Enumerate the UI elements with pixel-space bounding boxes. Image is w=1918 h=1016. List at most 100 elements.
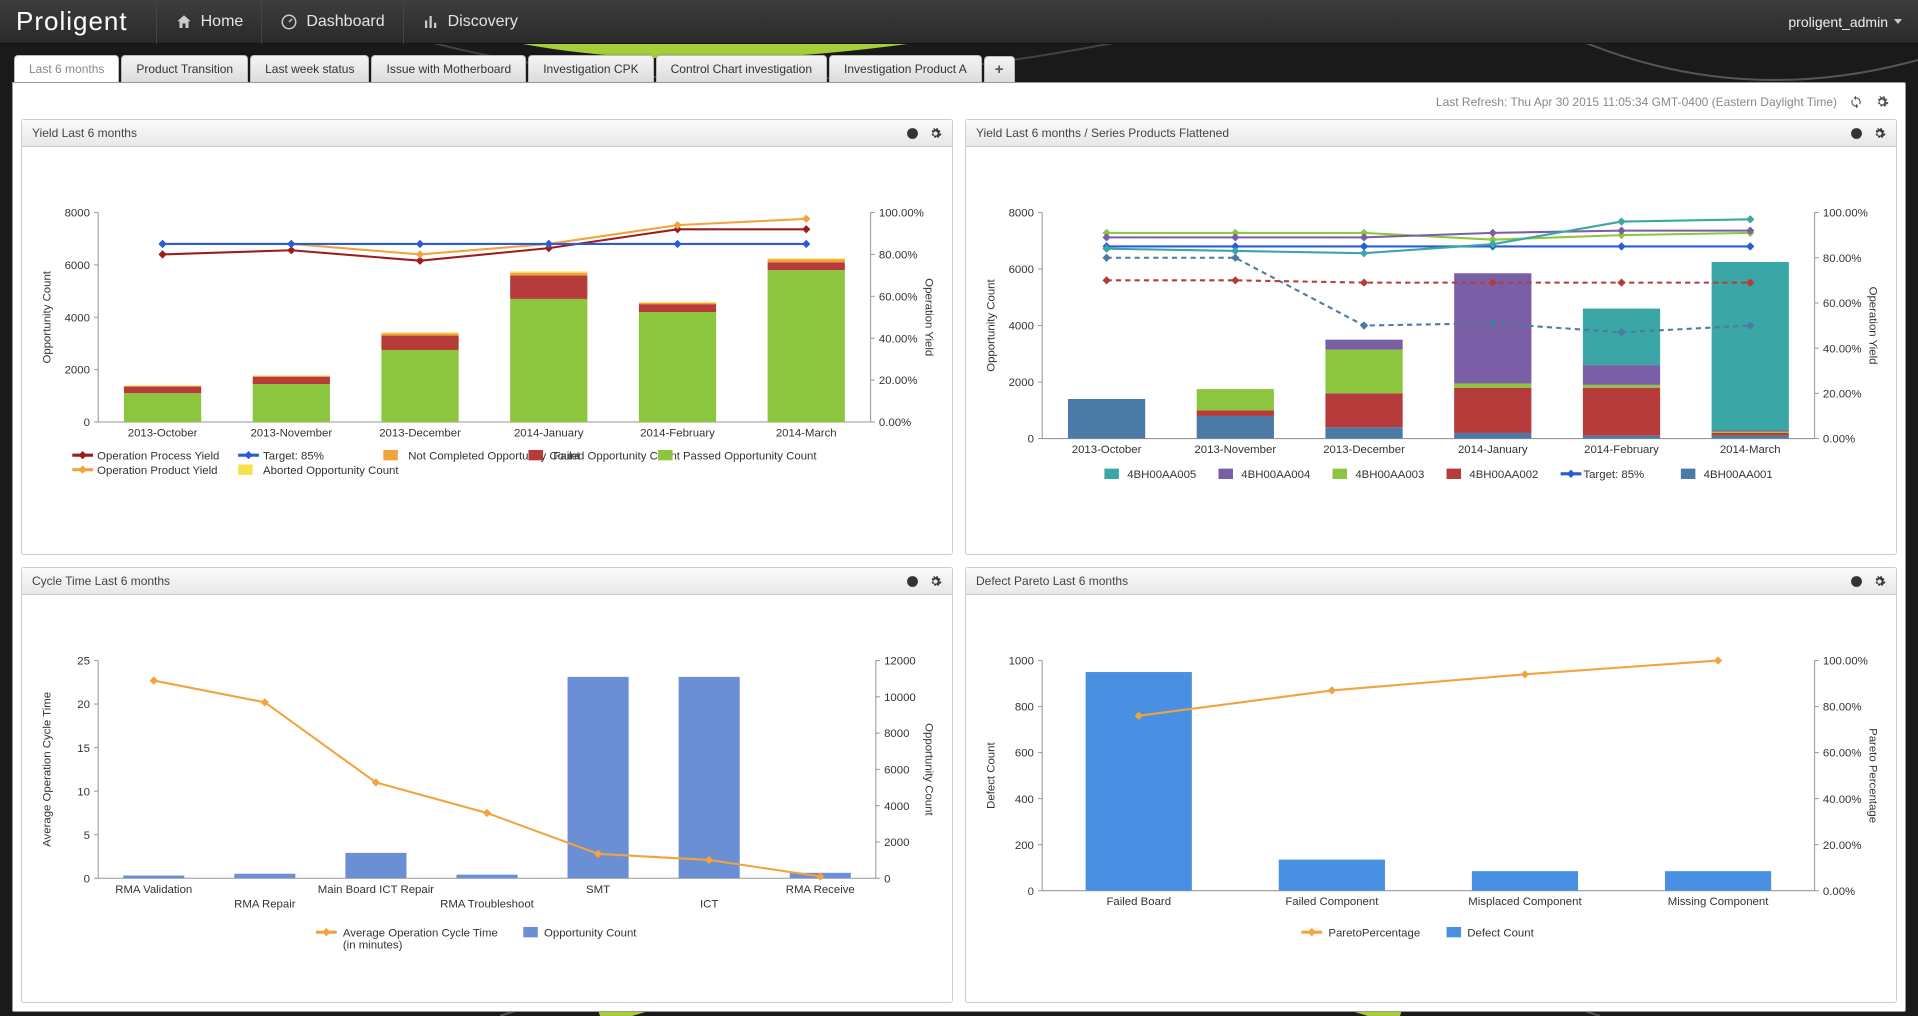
svg-text:8000: 8000 (884, 728, 909, 740)
svg-text:1000: 1000 (1009, 656, 1034, 668)
svg-text:Defect Count: Defect Count (986, 742, 998, 809)
svg-text:80.00%: 80.00% (1823, 253, 1862, 265)
svg-text:4000: 4000 (884, 801, 909, 813)
nav-dashboard[interactable]: Dashboard (261, 0, 402, 44)
panel-pareto-title: Defect Pareto Last 6 months (976, 574, 1840, 588)
svg-text:8000: 8000 (1009, 208, 1034, 220)
chevron-down-icon (1894, 19, 1902, 24)
svg-text:Operation Yield: Operation Yield (923, 278, 935, 356)
user-menu[interactable]: proligent_admin (1788, 14, 1902, 30)
chart-yield[interactable]: 020004000600080000.00%20.00%40.00%60.00%… (36, 157, 938, 548)
svg-text:2013-October: 2013-October (128, 427, 198, 439)
tab-last-6-months[interactable]: Last 6 months (14, 55, 119, 82)
add-tab-button[interactable]: + (984, 56, 1015, 82)
svg-text:Missing Component: Missing Component (1668, 896, 1769, 908)
svg-text:20.00%: 20.00% (1823, 840, 1862, 852)
last-refresh-label: Last Refresh: Thu Apr 30 2015 11:05:34 G… (1436, 95, 1837, 109)
svg-text:Operation Product Yield: Operation Product Yield (97, 465, 217, 477)
svg-text:SMT: SMT (586, 884, 610, 896)
svg-text:Misplaced Component: Misplaced Component (1468, 896, 1582, 908)
info-icon[interactable]: i (906, 127, 919, 140)
svg-text:80.00%: 80.00% (879, 250, 918, 262)
svg-text:ParetoPercentage: ParetoPercentage (1328, 927, 1420, 939)
svg-text:60.00%: 60.00% (1823, 298, 1862, 310)
svg-text:0: 0 (884, 873, 890, 885)
svg-text:Opportunity Count: Opportunity Count (42, 270, 54, 363)
svg-text:0: 0 (84, 873, 90, 885)
nav-discovery[interactable]: Discovery (403, 0, 536, 44)
svg-text:100.00%: 100.00% (1823, 208, 1868, 220)
bars-icon (422, 13, 440, 31)
svg-text:RMA Validation: RMA Validation (115, 884, 192, 896)
svg-text:2013-December: 2013-December (1323, 444, 1405, 456)
tab-last-week-status[interactable]: Last week status (250, 55, 369, 82)
nav-home-label: Home (201, 13, 244, 31)
svg-text:0: 0 (1028, 886, 1034, 898)
gear-icon[interactable] (929, 127, 942, 140)
svg-text:0.00%: 0.00% (1823, 434, 1855, 446)
gear-icon[interactable] (1873, 575, 1886, 588)
svg-text:15: 15 (77, 743, 90, 755)
svg-text:6000: 6000 (884, 765, 909, 777)
info-icon[interactable]: i (1850, 127, 1863, 140)
chart-cycle-time[interactable]: 0510152025020004000600080001000012000RMA… (36, 605, 938, 996)
panel-yield-series-title: Yield Last 6 months / Series Products Fl… (976, 126, 1840, 140)
svg-text:2000: 2000 (1009, 377, 1034, 389)
svg-text:2013-December: 2013-December (379, 427, 461, 439)
svg-text:4BH00AA003: 4BH00AA003 (1355, 469, 1424, 481)
svg-text:Pareto Percentage: Pareto Percentage (1867, 728, 1879, 823)
svg-text:8000: 8000 (65, 208, 90, 220)
panel-yield-series: Yield Last 6 months / Series Products Fl… (965, 119, 1897, 555)
svg-text:100.00%: 100.00% (879, 208, 924, 220)
svg-text:20: 20 (77, 699, 90, 711)
svg-text:(in minutes): (in minutes) (343, 940, 403, 952)
svg-text:0: 0 (1028, 434, 1034, 446)
svg-text:Opportunity Count: Opportunity Count (986, 278, 998, 371)
svg-text:20.00%: 20.00% (1823, 388, 1862, 400)
svg-text:0.00%: 0.00% (879, 417, 911, 429)
tab-investigation-product-a[interactable]: Investigation Product A (829, 55, 982, 82)
panel-yield-title: Yield Last 6 months (32, 126, 896, 140)
gear-icon[interactable] (1873, 127, 1886, 140)
svg-text:4BH00AA002: 4BH00AA002 (1469, 469, 1538, 481)
chart-defect-pareto[interactable]: 020040060080010000.00%20.00%40.00%60.00%… (980, 605, 1882, 996)
tab-product-transition[interactable]: Product Transition (121, 55, 248, 82)
svg-text:2014-February: 2014-February (1584, 444, 1659, 456)
tab-investigation-cpk[interactable]: Investigation CPK (528, 55, 653, 82)
svg-text:200: 200 (1015, 840, 1034, 852)
svg-text:40.00%: 40.00% (1823, 794, 1862, 806)
tab-control-chart[interactable]: Control Chart investigation (656, 55, 827, 82)
svg-text:0.00%: 0.00% (1823, 886, 1855, 898)
svg-text:100.00%: 100.00% (1823, 656, 1868, 668)
svg-text:Defect Count: Defect Count (1467, 927, 1534, 939)
svg-text:2000: 2000 (884, 837, 909, 849)
gauge-icon (280, 13, 298, 31)
svg-text:10: 10 (77, 786, 90, 798)
gear-icon[interactable] (929, 575, 942, 588)
svg-text:4BH00AA005: 4BH00AA005 (1127, 469, 1196, 481)
svg-text:2014-March: 2014-March (776, 427, 837, 439)
svg-text:10000: 10000 (884, 692, 916, 704)
svg-text:5: 5 (84, 830, 90, 842)
svg-text:Operation Yield: Operation Yield (1867, 287, 1879, 365)
svg-text:Average Operation Cycle Time: Average Operation Cycle Time (343, 927, 498, 939)
refresh-icon[interactable] (1849, 95, 1863, 109)
svg-text:RMA Troubleshoot: RMA Troubleshoot (440, 898, 535, 910)
gear-icon[interactable] (1875, 95, 1889, 109)
tab-issue-motherboard[interactable]: Issue with Motherboard (371, 55, 526, 82)
top-navbar: Proligent Home Dashboard Discovery proli… (0, 0, 1918, 44)
svg-text:Failed Board: Failed Board (1106, 896, 1171, 908)
info-icon[interactable]: i (906, 575, 919, 588)
svg-text:Average Operation Cycle Time: Average Operation Cycle Time (42, 692, 54, 847)
svg-text:40.00%: 40.00% (879, 333, 918, 345)
svg-text:4BH00AA001: 4BH00AA001 (1704, 469, 1773, 481)
info-icon[interactable]: i (1850, 575, 1863, 588)
svg-text:2013-November: 2013-November (250, 427, 332, 439)
svg-text:800: 800 (1015, 702, 1034, 714)
refresh-bar: Last Refresh: Thu Apr 30 2015 11:05:34 G… (21, 91, 1897, 119)
svg-text:600: 600 (1015, 748, 1034, 760)
home-icon (175, 13, 193, 31)
nav-home[interactable]: Home (156, 0, 262, 44)
svg-text:4BH00AA004: 4BH00AA004 (1241, 469, 1310, 481)
chart-yield-series[interactable]: 020004000600080000.00%20.00%40.00%60.00%… (980, 157, 1882, 548)
